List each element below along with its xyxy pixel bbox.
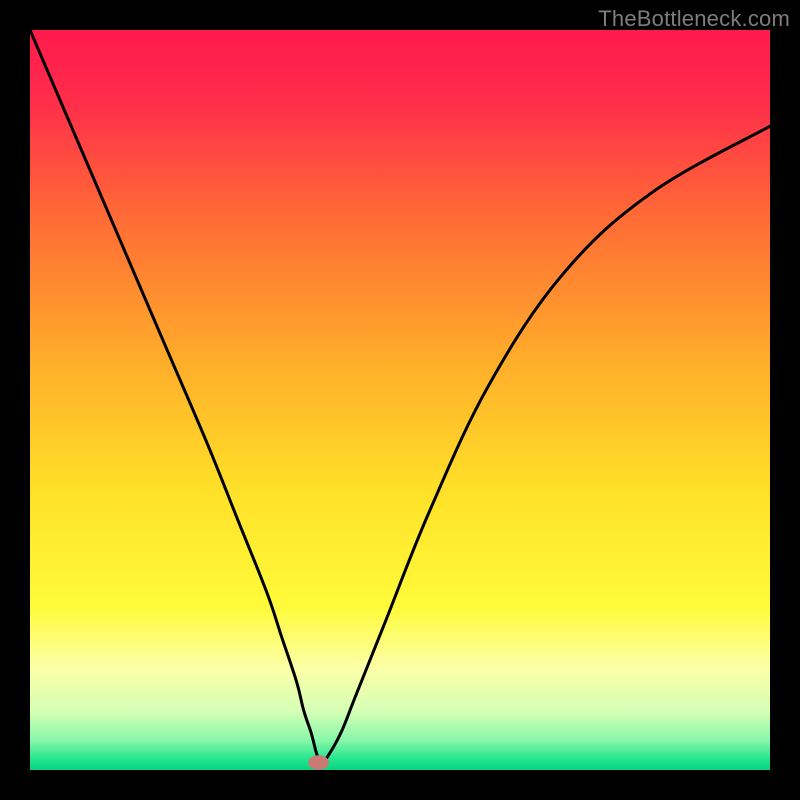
chart-frame: TheBottleneck.com	[0, 0, 800, 800]
plot-area	[30, 30, 770, 770]
chart-svg	[30, 30, 770, 770]
watermark-text: TheBottleneck.com	[598, 6, 790, 32]
optimal-point-marker	[308, 755, 329, 770]
gradient-background	[30, 30, 770, 770]
